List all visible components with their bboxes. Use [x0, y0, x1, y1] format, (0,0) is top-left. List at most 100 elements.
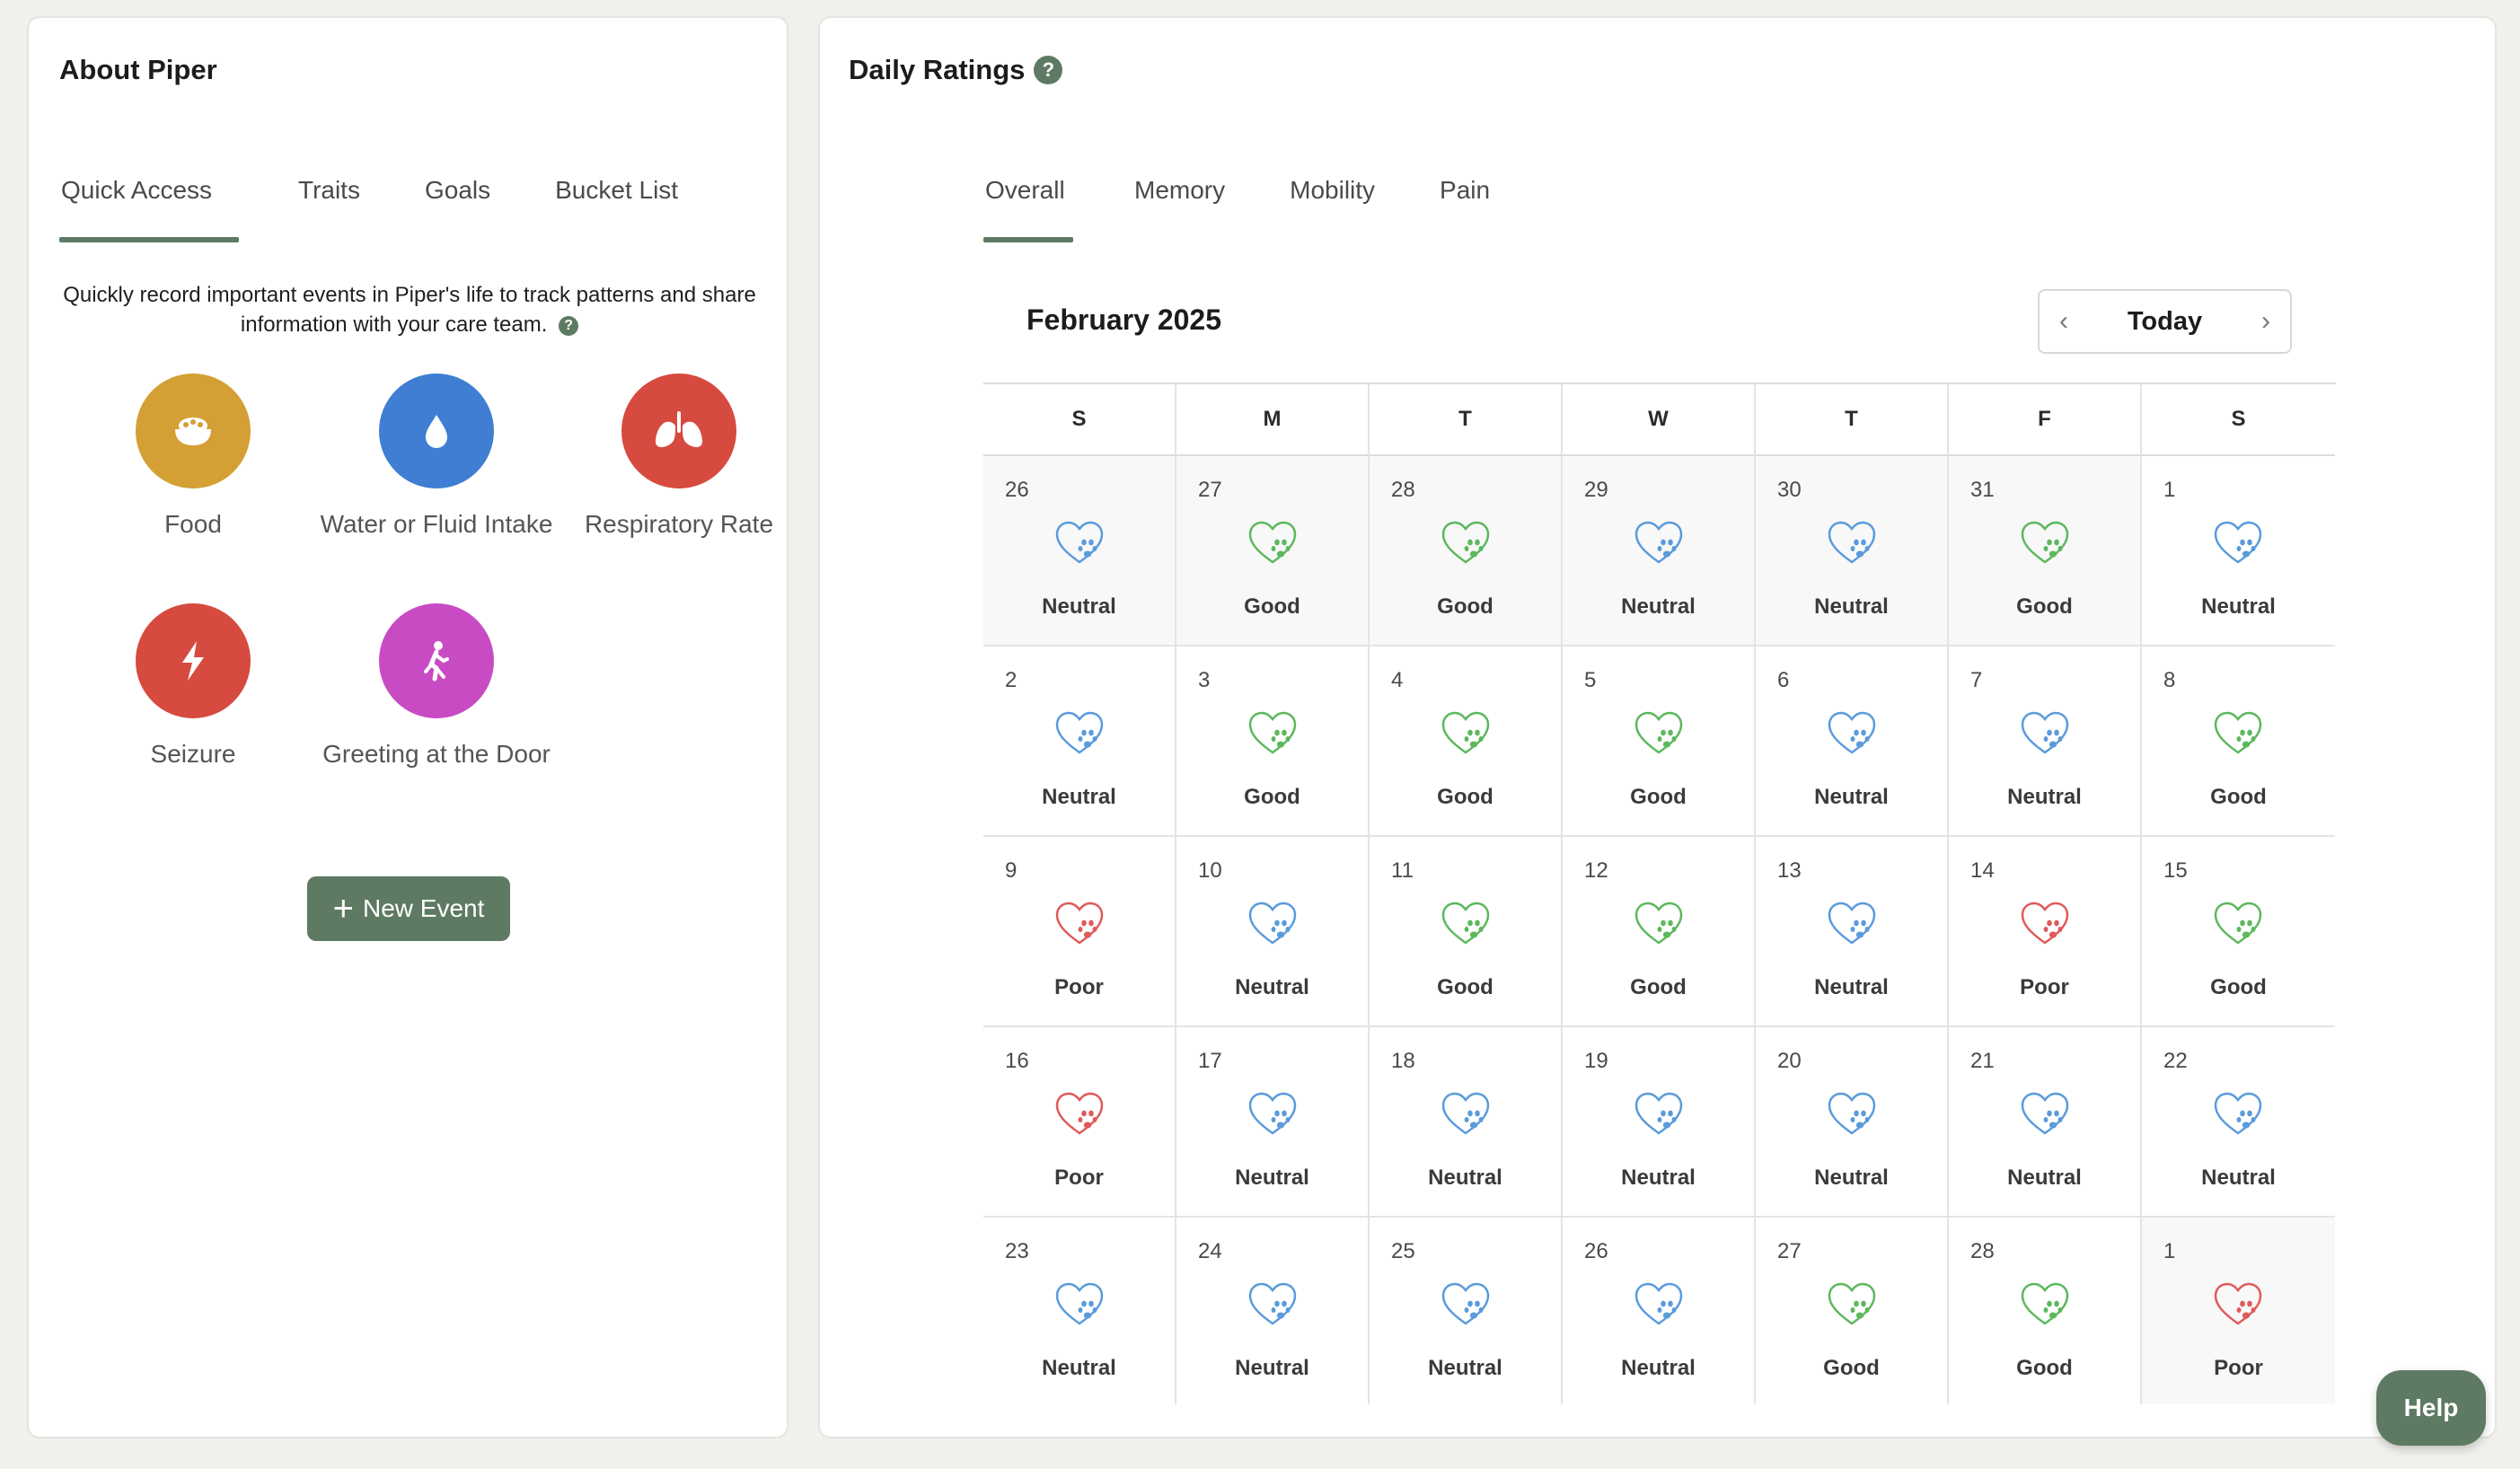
tab-pain[interactable]: Pain — [1438, 176, 1492, 242]
help-icon[interactable]: ? — [1034, 56, 1063, 84]
heart-paw-icon — [1441, 902, 1490, 945]
calendar-day-cell[interactable]: 24 Neutral — [1176, 1218, 1370, 1404]
weekday-label: T — [1756, 384, 1949, 456]
tab-overall[interactable]: Overall — [983, 176, 1073, 242]
month-title: February 2025 — [1027, 303, 1222, 336]
new-event-button[interactable]: + New Event — [307, 876, 510, 941]
description-text: Quickly record important events in Piper… — [63, 283, 756, 337]
calendar-day-cell[interactable]: 16 Poor — [983, 1027, 1176, 1218]
calendar-week-row: 26 Neutral 27 Good 28 Good 29 Neutral 30 Neutral 3… — [983, 456, 2336, 647]
calendar-day-cell[interactable]: 30 Neutral — [1756, 456, 1949, 647]
day-number: 3 — [1198, 668, 1211, 692]
calendar-day-cell[interactable]: 22 Neutral — [2142, 1027, 2335, 1218]
calendar-day-cell[interactable]: 1 Poor — [2142, 1218, 2335, 1404]
day-number: 16 — [1005, 1049, 1029, 1073]
calendar-day-cell[interactable]: 20 Neutral — [1756, 1027, 1949, 1218]
chevron-left-icon[interactable]: ‹ — [2059, 306, 2068, 337]
rating-label: Good — [1437, 975, 1493, 999]
heart-paw-icon — [2021, 1282, 2069, 1325]
respiratory-circle — [621, 374, 736, 488]
calendar-day-cell[interactable]: 9 Poor — [983, 837, 1176, 1027]
heart-paw-icon — [1634, 1092, 1683, 1135]
tab-mobility[interactable]: Mobility — [1288, 176, 1377, 242]
quick-access-label: Water or Fluid Intake — [320, 510, 553, 538]
chevron-right-icon[interactable]: › — [2261, 306, 2270, 337]
tab-traits[interactable]: Traits — [296, 176, 362, 242]
calendar-day-cell[interactable]: 8 Good — [2142, 647, 2335, 837]
tab-goals[interactable]: Goals — [423, 176, 492, 242]
tab-bucket-list[interactable]: Bucket List — [553, 176, 680, 242]
calendar-day-cell[interactable]: 26 Neutral — [1563, 1218, 1756, 1404]
calendar-day-cell[interactable]: 7 Neutral — [1949, 647, 2142, 837]
heart-paw-icon — [1055, 1092, 1104, 1135]
calendar-day-cell[interactable]: 6 Neutral — [1756, 647, 1949, 837]
calendar-nav: ‹ Today › — [2038, 289, 2292, 354]
calendar-day-cell[interactable]: 28 Good — [1370, 456, 1563, 647]
calendar-day-cell[interactable]: 23 Neutral — [983, 1218, 1176, 1404]
rating-label: Neutral — [1814, 1166, 1889, 1190]
calendar-day-cell[interactable]: 2 Neutral — [983, 647, 1176, 837]
quick-access-food[interactable]: Food — [72, 374, 314, 542]
calendar-day-cell[interactable]: 11 Good — [1370, 837, 1563, 1027]
day-number: 1 — [2163, 1239, 2176, 1263]
rating-label: Neutral — [1814, 975, 1889, 999]
calendar-day-cell[interactable]: 5 Good — [1563, 647, 1756, 837]
rating-label: Neutral — [1235, 1166, 1309, 1190]
calendar-day-cell[interactable]: 27 Good — [1756, 1218, 1949, 1404]
rating-label: Neutral — [2007, 1166, 2082, 1190]
rating-label: Good — [2016, 594, 2073, 619]
calendar-week-row: 16 Poor 17 Neutral 18 Neutral 19 Neutral 20 Neutr… — [983, 1027, 2336, 1218]
calendar-day-cell[interactable]: 10 Neutral — [1176, 837, 1370, 1027]
quick-access-water[interactable]: Water or Fluid Intake — [315, 374, 558, 542]
calendar-day-cell[interactable]: 29 Neutral — [1563, 456, 1756, 647]
calendar-day-cell[interactable]: 1 Neutral — [2142, 456, 2335, 647]
rating-label: Neutral — [1042, 594, 1116, 619]
day-number: 15 — [2163, 858, 2188, 883]
calendar-day-cell[interactable]: 27 Good — [1176, 456, 1370, 647]
walking-person-icon — [424, 641, 449, 682]
day-number: 8 — [2163, 668, 2176, 692]
about-title: About Piper — [59, 54, 217, 85]
day-number: 5 — [1584, 668, 1597, 692]
day-number: 25 — [1391, 1239, 1415, 1263]
calendar-day-cell[interactable]: 12 Good — [1563, 837, 1756, 1027]
heart-paw-icon — [1828, 902, 1876, 945]
calendar-day-cell[interactable]: 4 Good — [1370, 647, 1563, 837]
today-button[interactable]: Today — [2128, 307, 2202, 337]
calendar-day-cell[interactable]: 14 Poor — [1949, 837, 2142, 1027]
help-button[interactable]: Help — [2376, 1370, 2486, 1446]
calendar-day-cell[interactable]: 28 Good — [1949, 1218, 2142, 1404]
food-bowl-icon — [175, 418, 211, 445]
calendar-day-cell[interactable]: 13 Neutral — [1756, 837, 1949, 1027]
calendar-day-cell[interactable]: 31 Good — [1949, 456, 2142, 647]
day-number: 10 — [1198, 858, 1222, 883]
calendar-day-cell[interactable]: 25 Neutral — [1370, 1218, 1563, 1404]
tab-quick-access[interactable]: Quick Access — [59, 176, 239, 242]
heart-paw-icon — [1828, 521, 1876, 564]
quick-access-label: Respiratory Rate — [584, 510, 774, 538]
day-number: 7 — [1970, 668, 1983, 692]
daily-ratings-panel: Daily Ratings ? Overall Memory Mobility … — [818, 16, 2497, 1438]
heart-paw-icon — [1248, 1282, 1297, 1325]
day-number: 22 — [2163, 1049, 2188, 1073]
calendar-day-cell[interactable]: 26 Neutral — [983, 456, 1176, 647]
rating-label: Good — [1823, 1356, 1880, 1380]
calendar-day-cell[interactable]: 17 Neutral — [1176, 1027, 1370, 1218]
tab-memory[interactable]: Memory — [1132, 176, 1227, 242]
info-icon[interactable]: ? — [559, 315, 579, 336]
quick-access-respiratory[interactable]: Respiratory Rate — [558, 374, 800, 542]
day-number: 6 — [1777, 668, 1790, 692]
calendar-day-cell[interactable]: 18 Neutral — [1370, 1027, 1563, 1218]
day-number: 12 — [1584, 858, 1608, 883]
calendar-day-cell[interactable]: 15 Good — [2142, 837, 2335, 1027]
heart-paw-icon — [1634, 711, 1683, 754]
rating-label: Neutral — [2201, 1166, 2276, 1190]
quick-access-greeting[interactable]: Greeting at the Door — [315, 603, 558, 772]
calendar-day-cell[interactable]: 3 Good — [1176, 647, 1370, 837]
quick-access-seizure[interactable]: Seizure — [72, 603, 314, 772]
calendar-day-cell[interactable]: 19 Neutral — [1563, 1027, 1756, 1218]
heart-paw-icon — [1828, 711, 1876, 754]
calendar-day-cell[interactable]: 21 Neutral — [1949, 1027, 2142, 1218]
rating-label: Good — [2210, 975, 2267, 999]
new-event-label: New Event — [362, 894, 485, 922]
